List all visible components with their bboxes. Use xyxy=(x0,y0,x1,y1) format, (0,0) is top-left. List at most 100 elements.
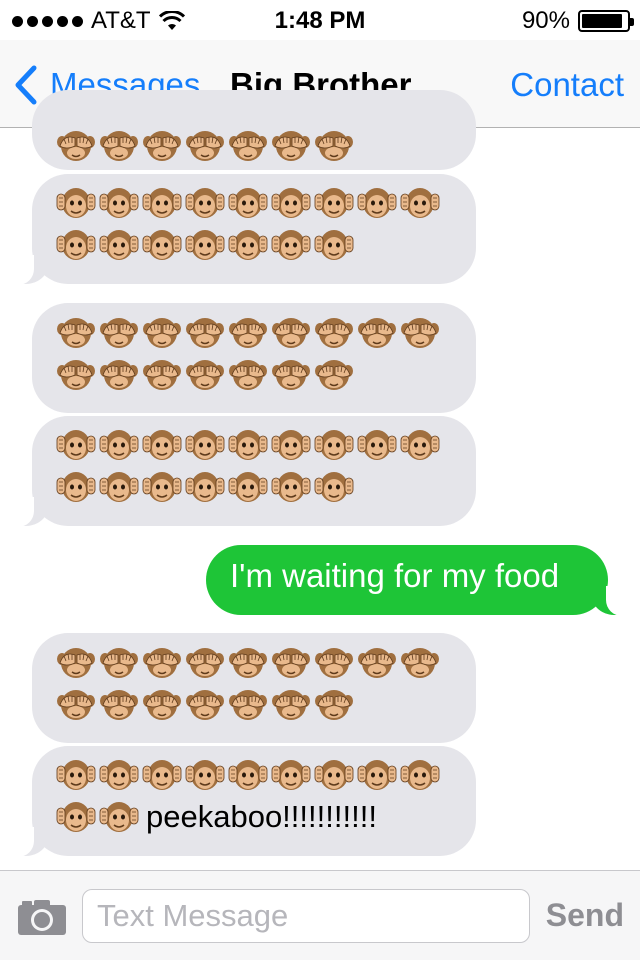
message-text: peekaboo!!!!!!!!!!! xyxy=(146,799,377,834)
see-no-evil-monkey-icon xyxy=(143,318,181,348)
see-no-evil-monkey-icon xyxy=(57,131,95,161)
see-no-evil-monkey-icon xyxy=(186,690,224,720)
hear-no-evil-monkey-icon xyxy=(400,430,440,460)
see-no-evil-monkey-icon xyxy=(315,648,353,678)
hear-no-evil-monkey-icon xyxy=(142,230,182,260)
hear-no-evil-monkey-icon xyxy=(99,472,139,502)
outgoing-message[interactable]: I'm waiting for my food xyxy=(206,545,622,616)
hear-no-evil-monkey-icon xyxy=(99,760,139,790)
incoming-message[interactable] xyxy=(32,303,476,413)
see-no-evil-monkey-icon xyxy=(100,648,138,678)
see-no-evil-monkey-icon xyxy=(143,360,181,390)
see-no-evil-monkey-icon xyxy=(143,131,181,161)
hear-no-evil-monkey-icon xyxy=(56,472,96,502)
see-no-evil-monkey-icon xyxy=(143,690,181,720)
hear-no-evil-monkey-icon xyxy=(99,802,139,832)
hear-no-evil-monkey-icon xyxy=(271,760,311,790)
incoming-message[interactable] xyxy=(18,174,476,285)
see-no-evil-monkey-icon xyxy=(229,360,267,390)
hear-no-evil-monkey-icon xyxy=(357,188,397,218)
hear-no-evil-monkey-icon xyxy=(185,760,225,790)
see-no-evil-monkey-icon xyxy=(272,648,310,678)
outgoing-message-text: I'm waiting for my food xyxy=(230,557,560,594)
hear-no-evil-monkey-icon xyxy=(56,430,96,460)
hear-no-evil-monkey-icon xyxy=(271,230,311,260)
hear-no-evil-monkey-icon xyxy=(400,760,440,790)
hear-no-evil-monkey-icon xyxy=(314,230,354,260)
see-no-evil-monkey-icon xyxy=(358,318,396,348)
see-no-evil-monkey-icon xyxy=(186,131,224,161)
see-no-evil-monkey-icon xyxy=(57,690,95,720)
hear-no-evil-monkey-icon xyxy=(314,760,354,790)
hear-no-evil-monkey-icon xyxy=(228,760,268,790)
hear-no-evil-monkey-icon xyxy=(357,430,397,460)
hear-no-evil-monkey-icon xyxy=(314,430,354,460)
hear-no-evil-monkey-icon xyxy=(271,472,311,502)
chevron-left-icon xyxy=(15,65,37,105)
send-button[interactable]: Send xyxy=(546,897,624,934)
battery-percent: 90% xyxy=(521,7,570,34)
camera-icon[interactable] xyxy=(16,897,68,937)
hear-no-evil-monkey-icon xyxy=(228,230,268,260)
hear-no-evil-monkey-icon xyxy=(228,430,268,460)
hear-no-evil-monkey-icon xyxy=(185,230,225,260)
hear-no-evil-monkey-icon xyxy=(56,802,96,832)
hear-no-evil-monkey-icon xyxy=(185,430,225,460)
see-no-evil-monkey-icon xyxy=(315,318,353,348)
see-no-evil-monkey-icon xyxy=(229,690,267,720)
see-no-evil-monkey-icon xyxy=(57,648,95,678)
contact-button[interactable]: Contact xyxy=(510,66,624,104)
hear-no-evil-monkey-icon xyxy=(99,188,139,218)
hear-no-evil-monkey-icon xyxy=(271,430,311,460)
see-no-evil-monkey-icon xyxy=(100,690,138,720)
see-no-evil-monkey-icon xyxy=(401,648,439,678)
see-no-evil-monkey-icon xyxy=(401,318,439,348)
hear-no-evil-monkey-icon xyxy=(99,430,139,460)
see-no-evil-monkey-icon xyxy=(315,360,353,390)
hear-no-evil-monkey-icon xyxy=(142,430,182,460)
see-no-evil-monkey-icon xyxy=(100,360,138,390)
hear-no-evil-monkey-icon xyxy=(56,230,96,260)
status-bar: AT&T 1:48 PM 90% xyxy=(0,0,640,40)
see-no-evil-monkey-icon xyxy=(229,648,267,678)
hear-no-evil-monkey-icon xyxy=(185,472,225,502)
see-no-evil-monkey-icon xyxy=(272,690,310,720)
see-no-evil-monkey-icon xyxy=(315,690,353,720)
see-no-evil-monkey-icon xyxy=(57,318,95,348)
incoming-message[interactable] xyxy=(32,90,476,170)
hear-no-evil-monkey-icon xyxy=(99,230,139,260)
compose-bar: Text Message Send xyxy=(0,870,640,960)
see-no-evil-monkey-icon xyxy=(229,318,267,348)
see-no-evil-monkey-icon xyxy=(315,131,353,161)
hear-no-evil-monkey-icon xyxy=(314,472,354,502)
message-input[interactable]: Text Message xyxy=(82,889,530,943)
status-right: 90% xyxy=(521,7,634,35)
battery-icon xyxy=(578,10,634,32)
hear-no-evil-monkey-icon xyxy=(400,188,440,218)
hear-no-evil-monkey-icon xyxy=(142,760,182,790)
see-no-evil-monkey-icon xyxy=(186,318,224,348)
see-no-evil-monkey-icon xyxy=(272,131,310,161)
incoming-message[interactable] xyxy=(18,416,476,527)
hear-no-evil-monkey-icon xyxy=(185,188,225,218)
see-no-evil-monkey-icon xyxy=(358,648,396,678)
hear-no-evil-monkey-icon xyxy=(142,472,182,502)
incoming-message[interactable] xyxy=(32,633,476,743)
hear-no-evil-monkey-icon xyxy=(56,760,96,790)
see-no-evil-monkey-icon xyxy=(100,318,138,348)
hear-no-evil-monkey-icon xyxy=(142,188,182,218)
see-no-evil-monkey-icon xyxy=(272,360,310,390)
hear-no-evil-monkey-icon xyxy=(271,188,311,218)
incoming-message[interactable]: peekaboo!!!!!!!!!!! xyxy=(18,746,476,857)
see-no-evil-monkey-icon xyxy=(272,318,310,348)
hear-no-evil-monkey-icon xyxy=(56,188,96,218)
see-no-evil-monkey-icon xyxy=(57,360,95,390)
hear-no-evil-monkey-icon xyxy=(357,760,397,790)
see-no-evil-monkey-icon xyxy=(100,131,138,161)
see-no-evil-monkey-icon xyxy=(186,648,224,678)
see-no-evil-monkey-icon xyxy=(229,131,267,161)
see-no-evil-monkey-icon xyxy=(143,648,181,678)
battery-fill xyxy=(582,14,622,28)
hear-no-evil-monkey-icon xyxy=(228,472,268,502)
see-no-evil-monkey-icon xyxy=(186,360,224,390)
